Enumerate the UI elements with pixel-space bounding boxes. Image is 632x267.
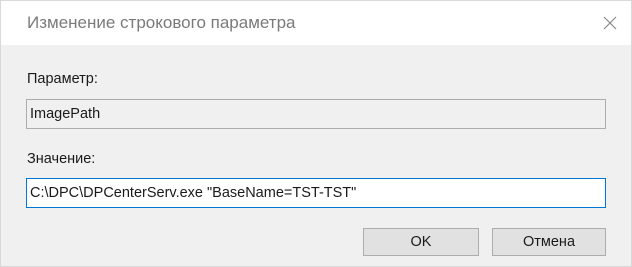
close-button[interactable] [589, 1, 631, 45]
title-bar: Изменение строкового параметра [1, 1, 631, 45]
edit-string-dialog: Изменение строкового параметра Параметр:… [0, 0, 632, 267]
ok-button[interactable]: OK [363, 228, 479, 256]
dialog-title: Изменение строкового параметра [27, 13, 296, 32]
close-icon [603, 16, 617, 30]
cancel-button[interactable]: Отмена [492, 228, 606, 256]
value-data-field[interactable] [26, 178, 606, 208]
parameter-name-field[interactable] [26, 99, 606, 129]
value-label: Значение: [27, 151, 96, 167]
parameter-label: Параметр: [27, 71, 98, 87]
